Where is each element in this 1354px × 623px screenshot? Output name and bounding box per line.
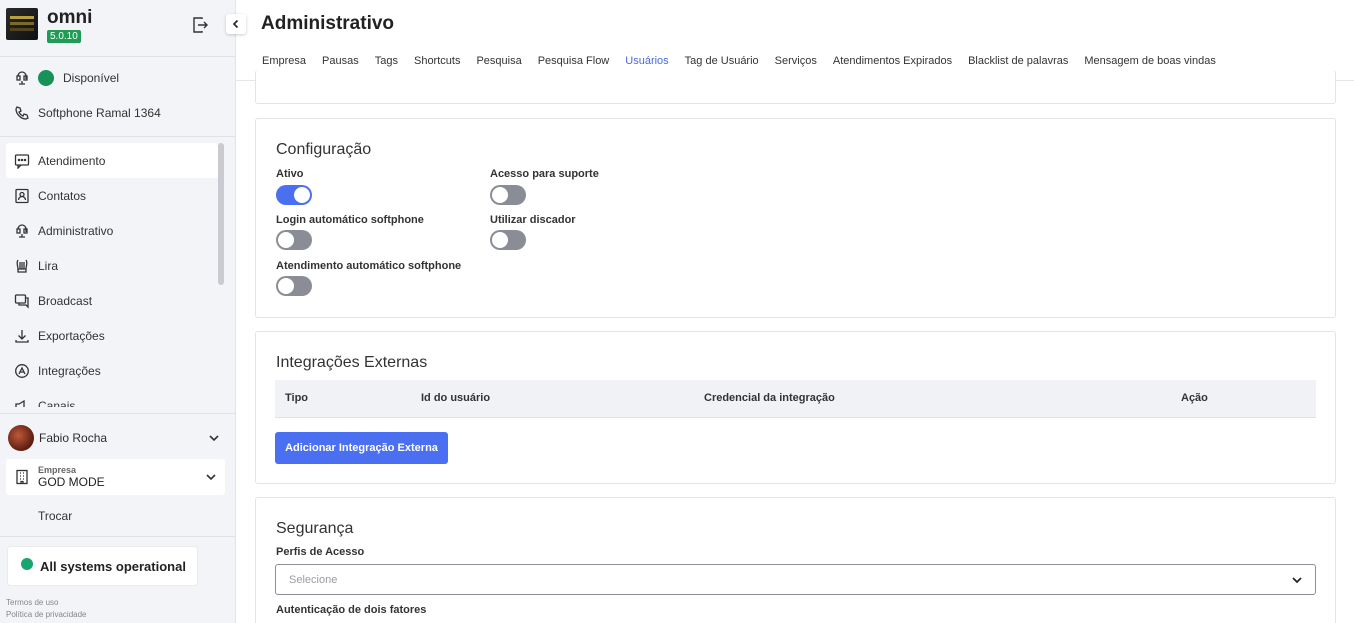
nav-label: Atendimento (38, 153, 106, 168)
switch-company-link[interactable]: Trocar (38, 509, 72, 523)
contacts-icon (15, 188, 29, 203)
sidebar: omni 5.0.10 Disponível Softphone Ramal 1… (0, 0, 236, 623)
company-selector[interactable]: Empresa GOD MODE (6, 459, 225, 495)
section-title: Segurança (276, 520, 354, 537)
chevron-left-icon (232, 19, 239, 29)
discador-toggle[interactable] (490, 230, 526, 250)
configuracao-card: Configuração Ativo Acesso para suporte L… (255, 118, 1336, 318)
company-name: GOD MODE (38, 475, 105, 489)
nav-item-integracoes[interactable]: Integrações (6, 353, 218, 388)
divider (0, 413, 236, 414)
nav-label: Contatos (38, 188, 87, 203)
terms-link[interactable]: Termos de uso (6, 598, 58, 607)
admin-icon (16, 223, 28, 238)
divider (0, 136, 236, 137)
system-status-dot (21, 558, 33, 570)
acesso-suporte-toggle[interactable] (490, 185, 526, 205)
nav-item-atendimento[interactable]: Atendimento (6, 143, 218, 178)
section-title: Integrações Externas (276, 354, 428, 371)
nav-label: Lira (38, 258, 59, 273)
two-factor-label: Autenticação de dois fatores (276, 604, 427, 616)
login-auto-toggle[interactable] (276, 230, 312, 250)
nav-label: Administrativo (38, 223, 114, 238)
brand: omni 5.0.10 (6, 8, 92, 43)
column-header: Id do usuário (421, 392, 491, 404)
collapse-sidebar-button[interactable] (226, 14, 246, 34)
divider (0, 56, 236, 57)
perfis-select[interactable]: Selecione (275, 564, 1316, 595)
app-logo (6, 8, 38, 40)
nav-item-lira[interactable]: Lira (6, 248, 218, 283)
avatar (8, 425, 34, 451)
availability-label: Disponível (63, 71, 120, 85)
perfis-label: Perfis de Acesso (276, 546, 365, 558)
availability-status[interactable]: Disponível (14, 70, 119, 86)
system-status-badge[interactable]: All systems operational (7, 546, 198, 586)
phone-icon (15, 106, 29, 120)
softphone-status[interactable]: Softphone Ramal 1364 (14, 105, 161, 121)
seguranca-card: Segurança Perfis de Acesso Selecione Aut… (255, 497, 1336, 623)
column-header: Credencial da integração (704, 392, 835, 404)
add-integration-button[interactable]: Adicionar Integração Externa (275, 432, 448, 464)
channels-icon (15, 399, 25, 407)
nav-label: Integrações (38, 363, 101, 378)
nav-label: Canais (38, 398, 76, 408)
status-dot (38, 70, 54, 86)
lyre-icon (16, 259, 28, 273)
nav-label: Broadcast (38, 293, 93, 308)
integrations-icon (15, 363, 29, 378)
chat-icon (14, 153, 30, 169)
discador-label: Utilizar discador (490, 214, 576, 226)
logout-icon[interactable] (192, 16, 208, 34)
integracoes-card: Integrações Externas Tipo Id do usuário … (255, 331, 1336, 484)
user-menu[interactable]: Fabio Rocha (8, 424, 224, 452)
nav-item-canais[interactable]: Canais (6, 388, 218, 407)
nav-item-contatos[interactable]: Contatos (6, 178, 218, 213)
ativo-toggle[interactable] (276, 185, 312, 205)
nav-item-exportacoes[interactable]: Exportações (6, 318, 218, 353)
user-name: Fabio Rocha (39, 431, 108, 445)
atendimento-auto-label: Atendimento automático softphone (276, 260, 462, 272)
building-icon (16, 469, 28, 485)
page-title: Administrativo (261, 13, 395, 34)
nav-item-administrativo[interactable]: Administrativo (6, 213, 218, 248)
select-placeholder: Selecione (289, 573, 338, 586)
version-badge: 5.0.10 (47, 30, 81, 43)
nav-label: Exportações (38, 328, 105, 343)
app-name: omni (47, 7, 93, 28)
previous-card (255, 70, 1336, 104)
broadcast-icon (14, 293, 29, 309)
nav-item-broadcast[interactable]: Broadcast (6, 283, 218, 318)
section-title: Configuração (276, 141, 372, 158)
atendimento-auto-toggle[interactable] (276, 276, 312, 296)
chevron-down-icon (206, 474, 216, 481)
chevron-down-icon (1292, 577, 1302, 584)
integrations-table-header: Tipo Id do usuário Credencial da integra… (275, 380, 1316, 418)
system-status-text: All systems operational (40, 558, 186, 574)
headset-icon (16, 71, 28, 85)
main-nav: Atendimento Contatos Administrativo Lira… (6, 143, 218, 407)
privacy-link[interactable]: Política de privacidade (6, 610, 87, 619)
divider (0, 536, 236, 537)
download-icon (15, 329, 29, 343)
nav-scrollbar[interactable] (218, 143, 224, 285)
company-label: Empresa (38, 465, 77, 475)
ativo-label: Ativo (276, 168, 304, 180)
column-header: Tipo (285, 392, 309, 404)
chevron-down-icon (209, 435, 219, 442)
acesso-suporte-label: Acesso para suporte (490, 168, 599, 180)
softphone-label: Softphone Ramal 1364 (38, 106, 161, 120)
login-auto-label: Login automático softphone (276, 214, 424, 226)
column-header: Ação (1181, 392, 1208, 404)
